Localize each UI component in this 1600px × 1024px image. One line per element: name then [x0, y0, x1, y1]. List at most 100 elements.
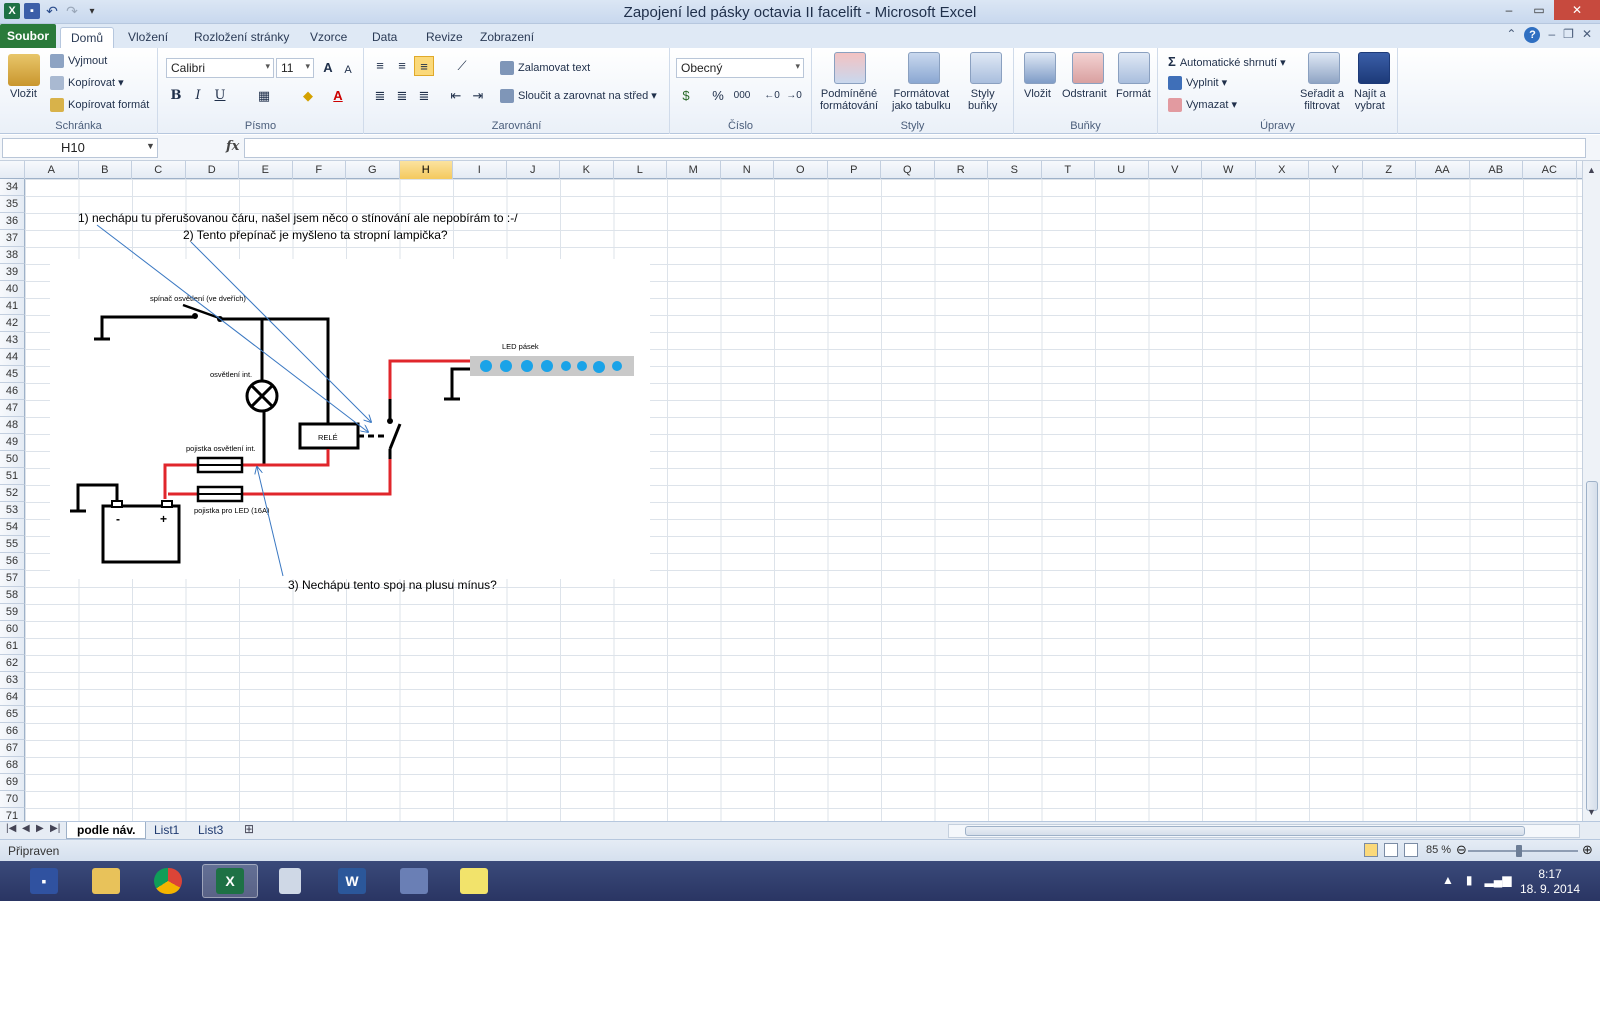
- column-header[interactable]: J: [507, 161, 560, 179]
- tab-insert[interactable]: Vložení: [118, 27, 178, 48]
- column-header[interactable]: V: [1149, 161, 1202, 179]
- tab-home[interactable]: Domů: [60, 27, 115, 48]
- column-header[interactable]: K: [560, 161, 614, 179]
- sheet-tab-podle-nav[interactable]: podle náv.: [66, 822, 147, 839]
- align-right-icon[interactable]: ≣: [414, 86, 434, 106]
- column-header[interactable]: M: [667, 161, 721, 179]
- sort-filter-button[interactable]: Seřadit a filtrovat: [1300, 88, 1344, 112]
- row-header[interactable]: 61: [0, 638, 25, 655]
- zoom-in-icon[interactable]: ⊕: [1582, 842, 1593, 858]
- number-format-select[interactable]: Obecný: [676, 58, 804, 78]
- column-header[interactable]: S: [988, 161, 1042, 179]
- percent-button[interactable]: %: [708, 86, 728, 106]
- vertical-scroll-thumb[interactable]: [1586, 481, 1598, 811]
- prev-sheet-icon[interactable]: ◀: [22, 823, 30, 834]
- row-header[interactable]: 52: [0, 485, 25, 502]
- tray-network-icon[interactable]: ▮: [1466, 873, 1473, 887]
- format-cells-icon[interactable]: [1118, 52, 1150, 84]
- vertical-scrollbar[interactable]: ▲ ▼: [1582, 161, 1600, 821]
- column-header[interactable]: N: [721, 161, 774, 179]
- horizontal-scroll-thumb[interactable]: [965, 826, 1525, 836]
- taskbar-notes[interactable]: [446, 864, 502, 898]
- tab-review[interactable]: Revize: [416, 27, 473, 48]
- next-sheet-icon[interactable]: ▶: [36, 823, 44, 834]
- name-box[interactable]: H10: [2, 138, 158, 158]
- row-header[interactable]: 56: [0, 553, 25, 570]
- row-header[interactable]: 65: [0, 706, 25, 723]
- merge-center-button[interactable]: Sloučit a zarovnat na střed ▾: [500, 89, 657, 104]
- row-header[interactable]: 50: [0, 451, 25, 468]
- tab-formulas[interactable]: Vzorce: [300, 27, 357, 48]
- insert-cells-icon[interactable]: [1024, 52, 1056, 84]
- row-header[interactable]: 53: [0, 502, 25, 519]
- borders-icon[interactable]: ▦: [254, 86, 274, 106]
- row-header[interactable]: 51: [0, 468, 25, 485]
- row-header[interactable]: 38: [0, 247, 25, 264]
- column-header[interactable]: Y: [1309, 161, 1363, 179]
- increase-indent-icon[interactable]: ⇥: [468, 86, 488, 106]
- tab-data[interactable]: Data: [362, 27, 407, 48]
- name-box-dropdown-icon[interactable]: ▼: [146, 141, 155, 151]
- column-header[interactable]: A: [25, 161, 79, 179]
- align-top-icon[interactable]: ≡: [370, 56, 390, 76]
- italic-button[interactable]: I: [188, 86, 208, 106]
- column-header[interactable]: AA: [1416, 161, 1470, 179]
- fill-color-icon[interactable]: ◆: [298, 86, 318, 106]
- row-header[interactable]: 71: [0, 808, 25, 821]
- underline-button[interactable]: U: [210, 86, 230, 106]
- column-header[interactable]: F: [293, 161, 346, 179]
- row-header[interactable]: 45: [0, 366, 25, 383]
- copy-button[interactable]: Kopírovat ▾: [50, 76, 124, 91]
- taskbar-word[interactable]: W: [324, 864, 380, 898]
- column-header[interactable]: I: [453, 161, 507, 179]
- cell-styles-icon[interactable]: [970, 52, 1002, 84]
- insert-function-icon[interactable]: fx: [226, 139, 239, 154]
- paste-icon[interactable]: [8, 54, 40, 86]
- column-header[interactable]: Q: [881, 161, 935, 179]
- align-middle-icon[interactable]: ≡: [392, 56, 412, 76]
- taskbar-chrome[interactable]: [140, 864, 196, 898]
- tab-view[interactable]: Zobrazení: [470, 27, 544, 48]
- shrink-font-button[interactable]: A: [338, 60, 358, 80]
- minimize-button[interactable]: –: [1494, 0, 1524, 20]
- binoculars-icon[interactable]: [1358, 52, 1390, 84]
- zoom-slider[interactable]: [1468, 850, 1578, 852]
- column-header[interactable]: D: [186, 161, 239, 179]
- doc-minimize-icon[interactable]: –: [1548, 27, 1555, 43]
- scroll-down-icon[interactable]: ▼: [1587, 807, 1596, 817]
- taskbar-explorer[interactable]: [78, 864, 134, 898]
- row-header[interactable]: 57: [0, 570, 25, 587]
- sheet-tab-list3[interactable]: List3: [188, 822, 233, 839]
- align-bottom-icon[interactable]: ≡: [414, 56, 434, 76]
- cell-area[interactable]: 1) nechápu tu přerušovanou čáru, našel j…: [25, 179, 1582, 821]
- increase-decimal-icon[interactable]: ←0: [762, 86, 782, 106]
- tray-expand-icon[interactable]: ▲: [1442, 873, 1454, 887]
- decrease-indent-icon[interactable]: ⇤: [446, 86, 466, 106]
- row-header[interactable]: 44: [0, 349, 25, 366]
- row-header[interactable]: 62: [0, 655, 25, 672]
- taskbar-clock[interactable]: 8:17 18. 9. 2014: [1510, 867, 1590, 897]
- row-header[interactable]: 58: [0, 587, 25, 604]
- column-header[interactable]: B: [79, 161, 132, 179]
- row-header[interactable]: 34: [0, 179, 25, 196]
- delete-cells-icon[interactable]: [1072, 52, 1104, 84]
- zoom-slider-knob[interactable]: [1516, 845, 1522, 857]
- font-name-select[interactable]: Calibri: [166, 58, 274, 78]
- row-header[interactable]: 41: [0, 298, 25, 315]
- fill-button[interactable]: Vyplnit ▾: [1168, 76, 1227, 91]
- column-header[interactable]: AC: [1523, 161, 1577, 179]
- tab-page-layout[interactable]: Rozložení stránky: [184, 27, 299, 48]
- sheet-tab-list1[interactable]: List1: [144, 822, 189, 839]
- zoom-level[interactable]: 85 %: [1426, 844, 1451, 856]
- help-icon[interactable]: ?: [1524, 27, 1541, 43]
- find-select-button[interactable]: Najít a vybrat: [1354, 88, 1386, 112]
- format-as-table-button[interactable]: Formátovat jako tabulku: [892, 88, 951, 112]
- row-header[interactable]: 54: [0, 519, 25, 536]
- delete-cells-button[interactable]: Odstranit: [1062, 88, 1107, 100]
- row-header[interactable]: 37: [0, 230, 25, 247]
- taskbar-csm[interactable]: [386, 864, 442, 898]
- cut-button[interactable]: Vyjmout: [50, 54, 107, 68]
- format-cells-button[interactable]: Formát: [1116, 88, 1151, 100]
- column-header[interactable]: X: [1256, 161, 1309, 179]
- horizontal-scrollbar[interactable]: [948, 824, 1580, 838]
